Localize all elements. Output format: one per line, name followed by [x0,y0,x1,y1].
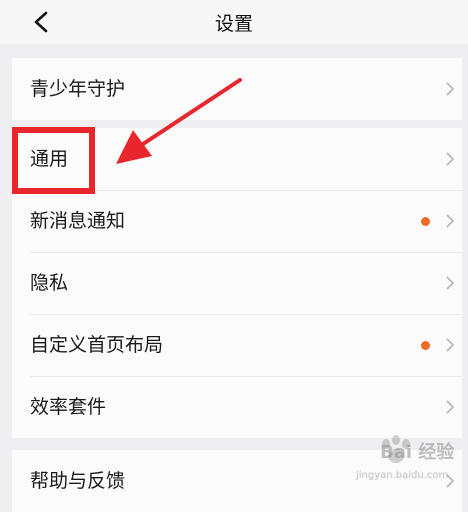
settings-item-youth-protection[interactable]: 青少年守护 [12,58,462,120]
chevron-right-icon [446,82,455,96]
settings-item-label: 帮助与反馈 [30,470,126,492]
watermark-url: jingyan.baidu.com [356,470,449,481]
annotation-highlight-box [12,127,95,194]
settings-item-home-layout[interactable]: 自定义首页布局 [12,314,462,376]
settings-item-efficiency-suite[interactable]: 效率套件 [12,376,462,438]
chevron-right-icon [446,276,455,290]
settings-item-label: 隐私 [30,272,69,294]
chevron-right-icon [446,400,455,414]
settings-item-label: 青少年守护 [30,78,126,100]
settings-item-label: 新消息通知 [30,210,126,232]
chevron-right-icon [446,214,455,228]
settings-item-privacy[interactable]: 隐私 [12,252,462,314]
new-badge-dot [421,217,430,226]
settings-item-label: 自定义首页布局 [30,334,164,356]
settings-item-label: 效率套件 [30,396,107,418]
settings-group-1: 青少年守护 [12,58,462,120]
nav-header: 设置 [0,0,468,44]
new-badge-dot [421,341,430,350]
chevron-right-icon [446,338,455,352]
settings-item-notifications[interactable]: 新消息通知 [12,190,462,252]
chevron-right-icon [446,152,455,166]
watermark-brand: Bai 经验 [380,442,455,463]
page-title: 设置 [214,13,253,35]
